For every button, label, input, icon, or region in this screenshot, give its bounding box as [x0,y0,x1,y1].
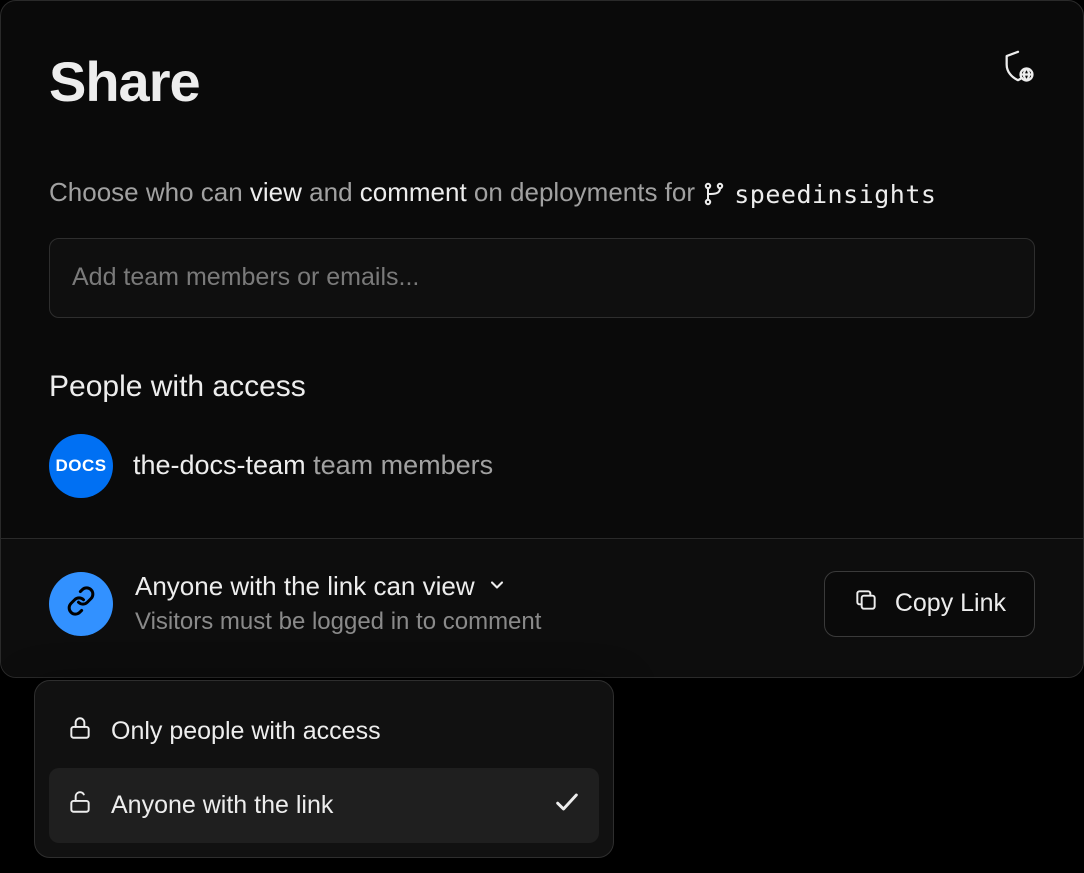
access-row: DOCS the-docs-team team members [49,434,1035,498]
subtitle-prefix: Choose who can [49,177,250,207]
copy-link-label: Copy Link [895,589,1006,618]
copy-link-button[interactable]: Copy Link [824,571,1035,637]
access-text: the-docs-team team members [133,450,493,481]
add-members-input[interactable] [72,263,1012,292]
visibility-dropdown: Only people with access Anyone with the … [34,680,614,858]
subtitle-comment: comment [360,177,467,207]
avatar-label: DOCS [55,456,106,476]
link-icon [66,586,96,621]
access-heading: People with access [49,370,1035,404]
modal-title: Share [49,49,200,114]
add-members-input-wrap[interactable] [49,238,1035,318]
visibility-select[interactable]: Anyone with the link can view [135,571,541,602]
lock-open-icon [67,789,93,822]
footer-left: Anyone with the link can view Visitors m… [49,571,541,636]
dropdown-option-only-access[interactable]: Only people with access [49,695,599,768]
shield-globe-icon[interactable] [1001,49,1035,83]
visibility-subtext: Visitors must be logged in to comment [135,608,541,636]
lock-closed-icon [67,715,93,748]
dropdown-option-anyone-link[interactable]: Anyone with the link [49,768,599,843]
link-text-wrap: Anyone with the link can view Visitors m… [135,571,541,636]
copy-icon [853,587,879,620]
modal-footer: Anyone with the link can view Visitors m… [1,538,1083,677]
branch-chip: speedinsights [702,177,936,212]
subtitle-mid: and [302,177,360,207]
subtitle-suffix: on deployments for [467,177,703,207]
check-icon [553,788,581,823]
modal-body: Share Choose who can view and comment on… [1,1,1083,538]
dropdown-option-label: Only people with access [111,717,381,746]
subtitle-view: view [250,177,302,207]
git-branch-icon [702,182,726,206]
team-avatar: DOCS [49,434,113,498]
chevron-down-icon [487,571,507,602]
dropdown-option-label: Anyone with the link [111,791,333,820]
share-modal: Share Choose who can view and comment on… [0,0,1084,678]
modal-header: Share [49,49,1035,114]
subtitle: Choose who can view and comment on deplo… [49,174,1035,212]
team-suffix: team members [306,450,494,480]
link-icon-circle [49,572,113,636]
branch-name: speedinsights [734,177,936,212]
team-name: the-docs-team [133,450,306,480]
visibility-label: Anyone with the link can view [135,571,475,602]
